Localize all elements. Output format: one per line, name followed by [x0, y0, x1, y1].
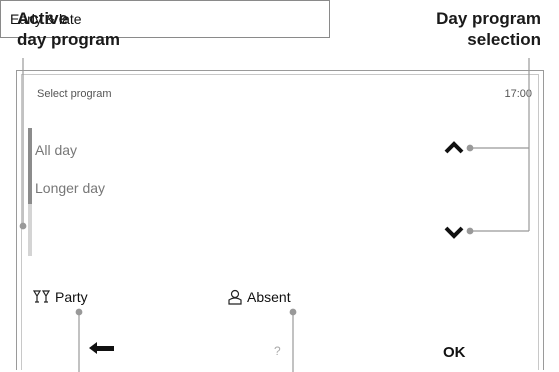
- annotation-line: Active: [17, 9, 69, 28]
- party-label: Party: [55, 289, 88, 305]
- back-arrow-icon: [89, 342, 114, 354]
- glasses-icon: [33, 290, 51, 303]
- scroll-thumb[interactable]: [28, 128, 32, 204]
- program-scrollbar[interactable]: [28, 128, 32, 256]
- help-button[interactable]: ?: [274, 344, 281, 358]
- ok-button[interactable]: OK: [443, 344, 466, 361]
- annotation-line: selection: [467, 30, 541, 49]
- clock-time: 17:00: [504, 88, 532, 100]
- person-absent-icon: [228, 289, 242, 305]
- day-program-selection-label: Day program selection: [436, 8, 541, 50]
- party-button[interactable]: Party: [33, 289, 88, 305]
- annotation-line: Day program: [436, 9, 541, 28]
- back-button[interactable]: [88, 341, 116, 357]
- active-day-program-label: Active day program: [17, 8, 120, 50]
- program-item-longer-day[interactable]: Longer day: [35, 180, 105, 196]
- annotation-line: day program: [17, 30, 120, 49]
- absent-label: Absent: [247, 289, 291, 305]
- display-screen: [21, 74, 539, 370]
- scroll-up-button[interactable]: [443, 140, 465, 156]
- scroll-down-button[interactable]: [443, 224, 465, 240]
- absent-button[interactable]: Absent: [227, 289, 291, 305]
- screen-title: Select program: [37, 88, 112, 100]
- chevron-down-icon: [444, 226, 464, 239]
- chevron-up-icon: [444, 141, 464, 154]
- program-item-all-day[interactable]: All day: [35, 142, 77, 158]
